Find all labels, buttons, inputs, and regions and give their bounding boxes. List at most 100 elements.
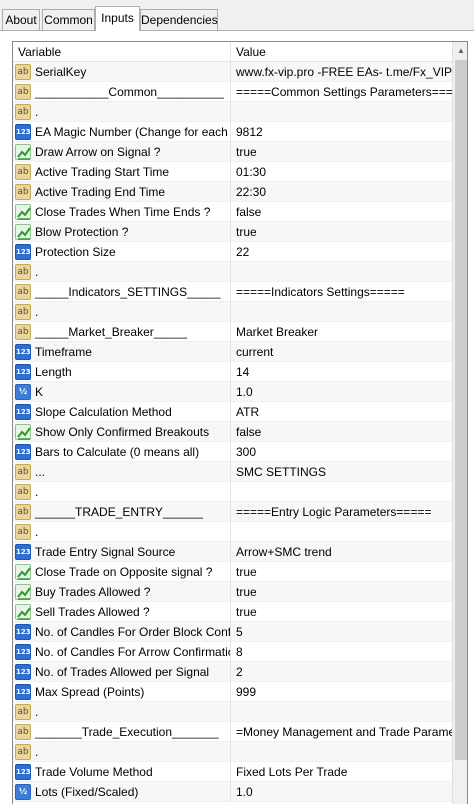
value-cell[interactable]: true — [231, 562, 452, 582]
tab-dependencies[interactable]: Dependencies — [140, 9, 218, 30]
parameter-row[interactable]: Buy Trades Allowed ? true — [13, 582, 452, 602]
parameter-row[interactable]: ab SerialKey www.fx-vip.pro -FREE EAs- t.m… — [13, 62, 452, 82]
value-cell[interactable]: 5 — [231, 622, 452, 642]
parameter-row[interactable]: 123 Max Spread (Points) 999 — [13, 682, 452, 702]
variable-cell[interactable]: 123 No. of Candles For Arrow Confirmation — [13, 642, 231, 662]
scroll-up-arrow-icon[interactable]: ▲ — [453, 42, 467, 59]
parameter-row[interactable]: Show Only Confirmed Breakouts false — [13, 422, 452, 442]
variable-cell[interactable]: ab ______TRADE_ENTRY______ — [13, 502, 231, 522]
tab-common[interactable]: Common — [42, 9, 95, 30]
variable-cell[interactable]: 123 No. of Candles For Order Block Confir… — [13, 622, 231, 642]
variable-cell[interactable]: Close Trade on Opposite signal ? — [13, 562, 231, 582]
scrollbar-thumb[interactable] — [455, 60, 467, 760]
value-cell[interactable]: true — [231, 142, 452, 162]
value-cell[interactable]: ATR — [231, 402, 452, 422]
variable-cell[interactable]: ab SerialKey — [13, 62, 231, 82]
variable-cell[interactable]: Close Trades When Time Ends ? — [13, 202, 231, 222]
parameter-row[interactable]: ab. — [13, 262, 452, 282]
value-cell[interactable]: true — [231, 582, 452, 602]
parameter-row[interactable]: ab Active Trading Start Time 01:30 — [13, 162, 452, 182]
variable-cell[interactable]: ab _____Indicators_SETTINGS_____ — [13, 282, 231, 302]
value-cell[interactable]: =====Indicators Settings===== — [231, 282, 452, 302]
parameter-row[interactable]: ab. — [13, 742, 452, 762]
value-cell[interactable]: false — [231, 202, 452, 222]
value-cell[interactable]: =====Entry Logic Parameters===== — [231, 502, 452, 522]
variable-cell[interactable]: ab. — [13, 702, 231, 722]
value-cell[interactable]: false — [231, 422, 452, 442]
variable-cell[interactable]: ab... — [13, 462, 231, 482]
parameter-row[interactable]: Blow Protection ? true — [13, 222, 452, 242]
parameter-row[interactable]: 123 Timeframe current — [13, 342, 452, 362]
parameter-row[interactable]: 123 Length 14 — [13, 362, 452, 382]
column-header-variable[interactable]: Variable — [13, 42, 231, 62]
variable-cell[interactable]: ab. — [13, 262, 231, 282]
variable-cell[interactable]: ab ___________Common__________ — [13, 82, 231, 102]
parameter-row[interactable]: ab. — [13, 522, 452, 542]
variable-cell[interactable]: ab. — [13, 522, 231, 542]
variable-cell[interactable]: 123 Protection Size — [13, 242, 231, 262]
variable-cell[interactable]: 123 Length — [13, 362, 231, 382]
parameter-row[interactable]: 123 Protection Size 22 — [13, 242, 452, 262]
parameter-row[interactable]: ab Active Trading End Time 22:30 — [13, 182, 452, 202]
value-cell[interactable] — [231, 742, 452, 762]
value-cell[interactable]: =Money Management and Trade Paramet... — [231, 722, 452, 742]
parameter-row[interactable]: 123 EA Magic Number (Change for each C...… — [13, 122, 452, 142]
variable-cell[interactable]: ab. — [13, 482, 231, 502]
parameter-row[interactable]: 123 Trade Entry Signal Source Arrow+SMC tr… — [13, 542, 452, 562]
parameter-row[interactable]: ab. — [13, 102, 452, 122]
value-cell[interactable]: 22 — [231, 242, 452, 262]
parameter-row[interactable]: Draw Arrow on Signal ? true — [13, 142, 452, 162]
value-cell[interactable]: 8 — [231, 642, 452, 662]
value-cell[interactable]: 1.0 — [231, 382, 452, 402]
variable-cell[interactable]: Show Only Confirmed Breakouts — [13, 422, 231, 442]
parameter-row[interactable]: ab. — [13, 482, 452, 502]
parameter-row[interactable]: ab _____Indicators_SETTINGS_____ =====Indi… — [13, 282, 452, 302]
parameter-row[interactable]: 123 Trade Volume Method Fixed Lots Per Tra… — [13, 762, 452, 782]
value-cell[interactable]: 22:30 — [231, 182, 452, 202]
parameter-row[interactable]: ab... SMC SETTINGS — [13, 462, 452, 482]
variable-cell[interactable]: 123 Bars to Calculate (0 means all) — [13, 442, 231, 462]
variable-cell[interactable]: Sell Trades Allowed ? — [13, 602, 231, 622]
parameter-row[interactable]: ab _______Trade_Execution_______ =Money Ma… — [13, 722, 452, 742]
value-cell[interactable] — [231, 482, 452, 502]
variable-cell[interactable]: ab Active Trading End Time — [13, 182, 231, 202]
variable-cell[interactable]: Blow Protection ? — [13, 222, 231, 242]
tab-inputs[interactable]: Inputs — [95, 6, 140, 31]
parameter-row[interactable]: 123 Bars to Calculate (0 means all) 300 — [13, 442, 452, 462]
parameter-row[interactable]: Close Trade on Opposite signal ? true — [13, 562, 452, 582]
variable-cell[interactable]: 123 Trade Entry Signal Source — [13, 542, 231, 562]
variable-cell[interactable]: ab. — [13, 742, 231, 762]
parameter-row[interactable]: ab. — [13, 302, 452, 322]
parameter-row[interactable]: 123 No. of Candles For Arrow Confirmation… — [13, 642, 452, 662]
value-cell[interactable]: 01:30 — [231, 162, 452, 182]
variable-cell[interactable]: ab _____Market_Breaker_____ — [13, 322, 231, 342]
value-cell[interactable]: Arrow+SMC trend — [231, 542, 452, 562]
parameter-row[interactable]: ab _____Market_Breaker_____ Market Breaker — [13, 322, 452, 342]
parameter-row[interactable]: 123 No. of Candles For Order Block Confir… — [13, 622, 452, 642]
vertical-scrollbar[interactable]: ▲ — [452, 42, 467, 804]
variable-cell[interactable]: ½K — [13, 382, 231, 402]
parameter-row[interactable]: ab. — [13, 702, 452, 722]
value-cell[interactable]: SMC SETTINGS — [231, 462, 452, 482]
parameter-row[interactable]: ½ Lots (Fixed/Scaled) 1.0 — [13, 782, 452, 802]
parameter-row[interactable]: 123 No. of Trades Allowed per Signal 2 — [13, 662, 452, 682]
value-cell[interactable]: true — [231, 602, 452, 622]
value-cell[interactable] — [231, 302, 452, 322]
variable-cell[interactable]: 123 Slope Calculation Method — [13, 402, 231, 422]
variable-cell[interactable]: Draw Arrow on Signal ? — [13, 142, 231, 162]
value-cell[interactable]: 999 — [231, 682, 452, 702]
variable-cell[interactable]: 123 No. of Trades Allowed per Signal — [13, 662, 231, 682]
variable-cell[interactable]: 123 Max Spread (Points) — [13, 682, 231, 702]
variable-cell[interactable]: Buy Trades Allowed ? — [13, 582, 231, 602]
value-cell[interactable]: Market Breaker — [231, 322, 452, 342]
value-cell[interactable]: 9812 — [231, 122, 452, 142]
column-header-value[interactable]: Value — [231, 42, 452, 62]
value-cell[interactable]: 1.0 — [231, 782, 452, 802]
parameter-row[interactable]: Close Trades When Time Ends ? false — [13, 202, 452, 222]
value-cell[interactable] — [231, 702, 452, 722]
value-cell[interactable] — [231, 102, 452, 122]
value-cell[interactable] — [231, 522, 452, 542]
parameter-row[interactable]: ab ___________Common__________ =====Common… — [13, 82, 452, 102]
variable-cell[interactable]: ½ Lots (Fixed/Scaled) — [13, 782, 231, 802]
value-cell[interactable]: 300 — [231, 442, 452, 462]
